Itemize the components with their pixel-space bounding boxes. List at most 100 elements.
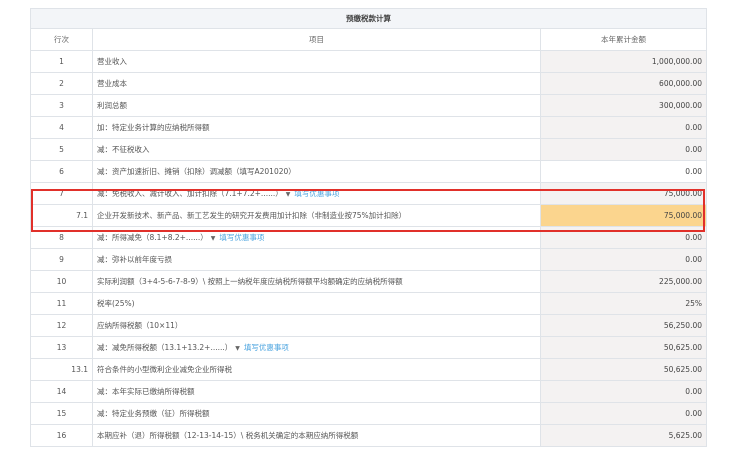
table-row: 1 营业收入 1,000,000.00	[30, 50, 707, 73]
row-amount[interactable]: 75,000.00	[540, 182, 707, 205]
row-number: 11	[30, 292, 93, 315]
row-number: 1	[30, 50, 93, 73]
row-item-label: 企业开发新技术、新产品、新工艺发生的研究开发费用加计扣除（非制造业按75%加计扣…	[97, 211, 407, 220]
row-amount[interactable]: 300,000.00	[540, 94, 707, 117]
table-row: 13.1 符合条件的小型微利企业减免企业所得税 50,625.00	[30, 358, 707, 381]
header-amount: 本年累计金额	[540, 28, 707, 51]
row-number: 7.1	[30, 204, 93, 227]
row-item: 减：弥补以前年度亏损	[92, 248, 541, 271]
row-item: 减：本年实际已缴纳所得税额	[92, 380, 541, 403]
header-row-number: 行次	[30, 28, 93, 51]
row-item: 营业成本	[92, 72, 541, 95]
row-number: 10	[30, 270, 93, 293]
row-amount[interactable]: 50,625.00	[540, 358, 707, 381]
row-amount[interactable]: 0.00	[540, 226, 707, 249]
row-amount[interactable]: 0.00	[540, 116, 707, 139]
row-number: 12	[30, 314, 93, 337]
table-row: 10 实际利润额（3+4-5-6-7-8-9）\ 按照上一纳税年度应纳税所得额平均…	[30, 270, 707, 293]
row-item[interactable]: 减：免税收入、减计收入、加计扣除（7.1+7.2+......） ▼ 填写优惠事项	[92, 182, 541, 205]
fill-preference-link[interactable]: 填写优惠事项	[219, 233, 264, 242]
row-number: 13	[30, 336, 93, 359]
row-item-label: 营业收入	[97, 57, 127, 66]
table-row: 12 应纳所得税额（10×11） 56,250.00	[30, 314, 707, 337]
row-number: 14	[30, 380, 93, 403]
row-item-label: 减：减免所得税额（13.1+13.2+......）	[97, 343, 233, 352]
row-number: 4	[30, 116, 93, 139]
row-item: 符合条件的小型微利企业减免企业所得税	[92, 358, 541, 381]
row-amount[interactable]: 600,000.00	[540, 72, 707, 95]
table-row: 8 减：所得减免（8.1+8.2+......） ▼ 填写优惠事项 0.00	[30, 226, 707, 249]
row-number: 16	[30, 424, 93, 447]
row-item: 企业开发新技术、新产品、新工艺发生的研究开发费用加计扣除（非制造业按75%加计扣…	[92, 204, 541, 227]
row-number: 9	[30, 248, 93, 271]
row-item: 减：不征税收入	[92, 138, 541, 161]
row-item: 实际利润额（3+4-5-6-7-8-9）\ 按照上一纳税年度应纳税所得额平均额确…	[92, 270, 541, 293]
table-row: 7 减：免税收入、减计收入、加计扣除（7.1+7.2+......） ▼ 填写优惠事项…	[30, 182, 707, 205]
caret-down-icon[interactable]: ▼	[211, 235, 216, 242]
row-number: 6	[30, 160, 93, 183]
row-number: 7	[30, 182, 93, 205]
row-number: 8	[30, 226, 93, 249]
row-item-label: 减：弥补以前年度亏损	[97, 255, 172, 264]
row-amount[interactable]: 0.00	[540, 402, 707, 425]
table-row: 7.1 企业开发新技术、新产品、新工艺发生的研究开发费用加计扣除（非制造业按75%…	[30, 204, 707, 227]
table-row: 15 减：特定业务预缴（征）所得税额 0.00	[30, 402, 707, 425]
caret-down-icon[interactable]: ▼	[286, 191, 291, 198]
table-row: 9 减：弥补以前年度亏损 0.00	[30, 248, 707, 271]
row-amount[interactable]: 0.00	[540, 248, 707, 271]
row-item-label: 减：所得减免（8.1+8.2+......）	[97, 233, 208, 242]
row-amount[interactable]: 25%	[540, 292, 707, 315]
row-item-label: 应纳所得税额（10×11）	[97, 321, 183, 330]
table-title: 预缴税款计算	[30, 8, 707, 29]
row-amount[interactable]: 0.00	[540, 380, 707, 403]
fill-preference-link[interactable]: 填写优惠事项	[294, 189, 339, 198]
table-row: 2 营业成本 600,000.00	[30, 72, 707, 95]
row-number: 2	[30, 72, 93, 95]
row-amount[interactable]: 0.00	[540, 160, 707, 183]
row-item: 税率(25%)	[92, 292, 541, 315]
table-row: 5 减：不征税收入 0.00	[30, 138, 707, 161]
table-header-row: 行次 项目 本年累计金额	[30, 28, 707, 51]
caret-down-icon[interactable]: ▼	[235, 345, 240, 352]
table-row: 4 加：特定业务计算的应纳税所得额 0.00	[30, 116, 707, 139]
row-item-label: 加：特定业务计算的应纳税所得额	[97, 123, 210, 132]
tax-calculation-table: 预缴税款计算 行次 项目 本年累计金额 1 营业收入 1,000,000.00 2 营业…	[30, 8, 707, 447]
row-amount[interactable]: 225,000.00	[540, 270, 707, 293]
table-row: 11 税率(25%) 25%	[30, 292, 707, 315]
row-number: 5	[30, 138, 93, 161]
fill-preference-link[interactable]: 填写优惠事项	[244, 343, 289, 352]
row-amount[interactable]: 56,250.00	[540, 314, 707, 337]
row-item: 减：资产加速折旧、摊销（扣除）调减额（填写A201020）	[92, 160, 541, 183]
row-item: 利润总额	[92, 94, 541, 117]
row-item-label: 利润总额	[97, 101, 127, 110]
row-item: 应纳所得税额（10×11）	[92, 314, 541, 337]
row-amount[interactable]: 5,625.00	[540, 424, 707, 447]
row-item-label: 减：本年实际已缴纳所得税额	[97, 387, 195, 396]
row-item-label: 营业成本	[97, 79, 127, 88]
table-title-row: 预缴税款计算	[30, 8, 707, 29]
table-row: 16 本期应补（退）所得税额（12-13-14-15）\ 税务机关确定的本期应纳所…	[30, 424, 707, 447]
row-item-label: 本期应补（退）所得税额（12-13-14-15）\ 税务机关确定的本期应纳所得税…	[97, 431, 359, 440]
row-item: 营业收入	[92, 50, 541, 73]
row-item-label: 减：免税收入、减计收入、加计扣除（7.1+7.2+......）	[97, 189, 283, 198]
table-row: 6 减：资产加速折旧、摊销（扣除）调减额（填写A201020） 0.00	[30, 160, 707, 183]
table-row: 13 减：减免所得税额（13.1+13.2+......） ▼ 填写优惠事项 50,62…	[30, 336, 707, 359]
row-item[interactable]: 减：所得减免（8.1+8.2+......） ▼ 填写优惠事项	[92, 226, 541, 249]
header-item: 项目	[92, 28, 541, 51]
row-item: 加：特定业务计算的应纳税所得额	[92, 116, 541, 139]
table-row: 3 利润总额 300,000.00	[30, 94, 707, 117]
row-item: 本期应补（退）所得税额（12-13-14-15）\ 税务机关确定的本期应纳所得税…	[92, 424, 541, 447]
row-amount[interactable]: 75,000.00	[540, 204, 707, 227]
tax-prepayment-panel: 预缴税款计算 行次 项目 本年累计金额 1 营业收入 1,000,000.00 2 营业…	[30, 8, 707, 456]
row-number: 3	[30, 94, 93, 117]
row-amount[interactable]: 50,625.00	[540, 336, 707, 359]
row-amount[interactable]: 1,000,000.00	[540, 50, 707, 73]
row-number: 13.1	[30, 358, 93, 381]
row-item-label: 减：特定业务预缴（征）所得税额	[97, 409, 210, 418]
row-amount[interactable]: 0.00	[540, 138, 707, 161]
table-row: 14 减：本年实际已缴纳所得税额 0.00	[30, 380, 707, 403]
row-item: 减：特定业务预缴（征）所得税额	[92, 402, 541, 425]
row-item[interactable]: 减：减免所得税额（13.1+13.2+......） ▼ 填写优惠事项	[92, 336, 541, 359]
row-number: 15	[30, 402, 93, 425]
row-item-label: 减：资产加速折旧、摊销（扣除）调减额（填写A201020）	[97, 167, 296, 176]
